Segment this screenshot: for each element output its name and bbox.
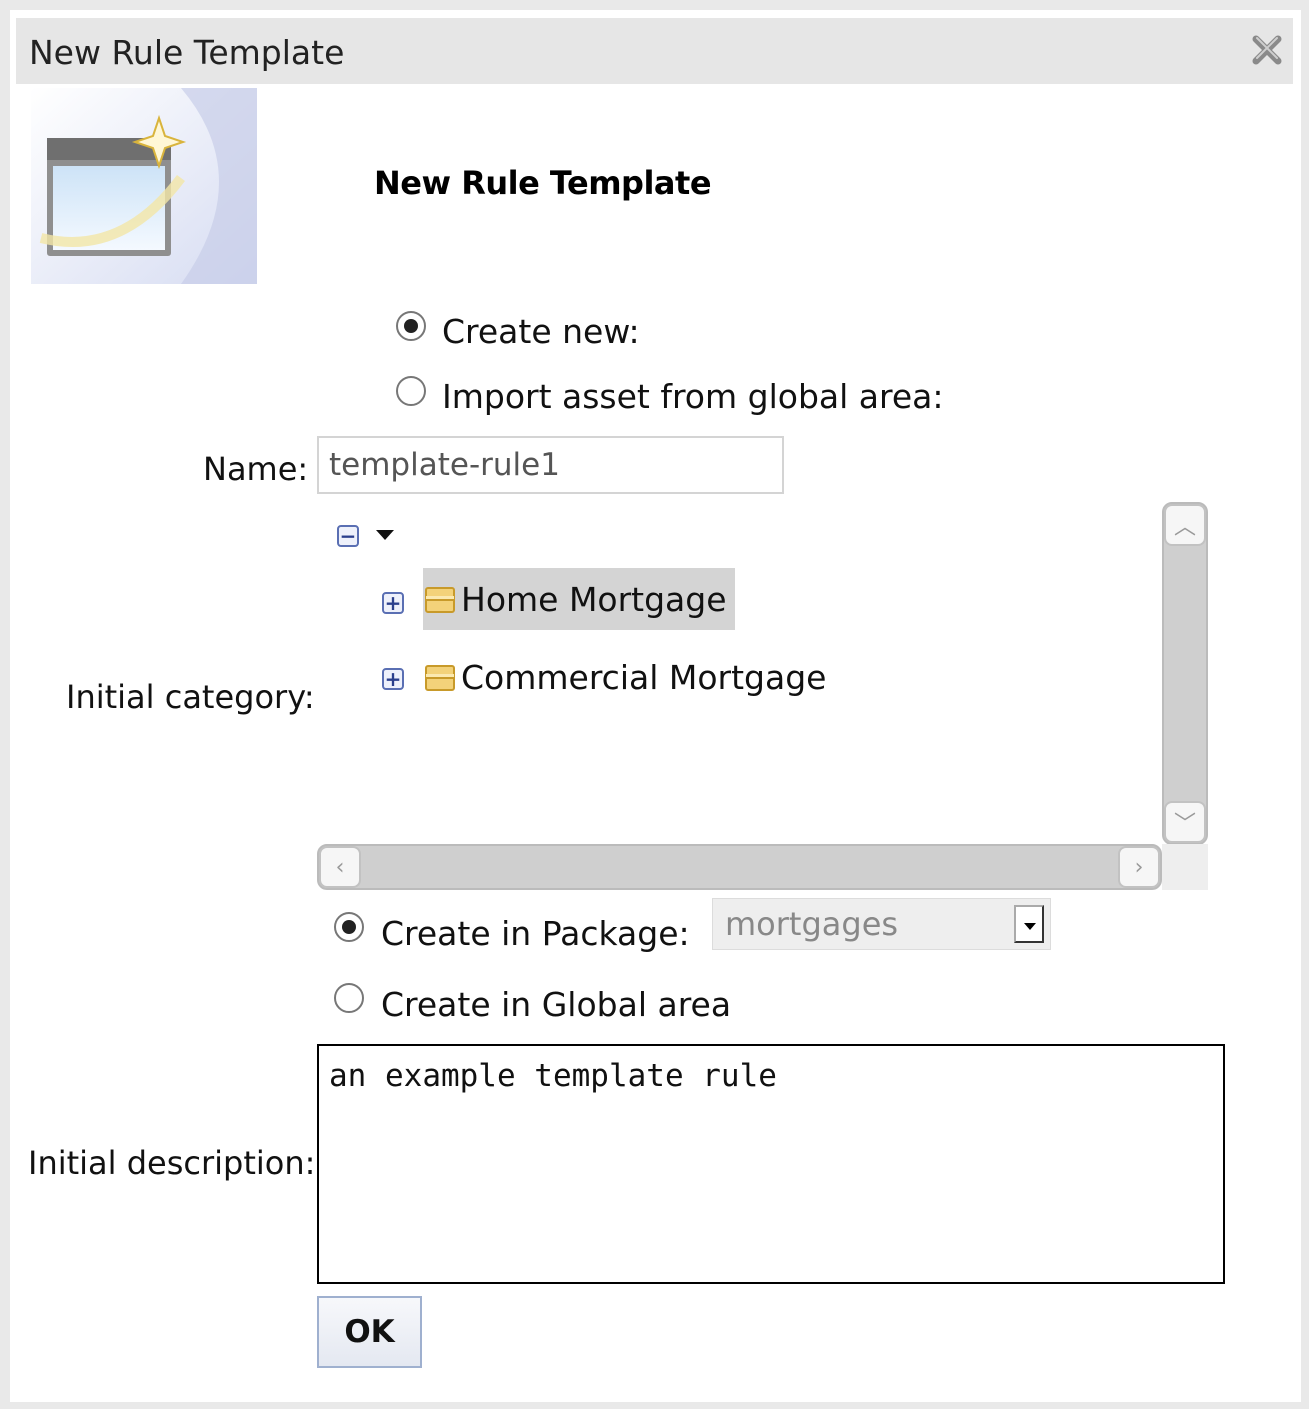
initial-category-label: Initial category: <box>66 678 315 716</box>
tree-menu-arrow-icon[interactable] <box>376 530 394 540</box>
new-item-wizard-icon <box>31 88 257 284</box>
package-select[interactable]: mortgages <box>712 898 1051 950</box>
import-asset-radio[interactable] <box>396 376 426 406</box>
tree-vertical-scrollbar[interactable]: ︿ ﹀ <box>1162 502 1208 845</box>
scroll-down-icon[interactable]: ﹀ <box>1164 801 1206 843</box>
create-new-radio[interactable] <box>396 311 426 341</box>
wizard-heading: New Rule Template <box>374 164 712 202</box>
scroll-right-icon[interactable]: › <box>1118 846 1160 888</box>
create-in-global-radio[interactable] <box>334 983 364 1013</box>
tree-item-commercial-mortgage[interactable]: Commercial Mortgage <box>423 646 834 708</box>
scrollbar-corner <box>1162 844 1208 890</box>
tree-expand-icon[interactable]: + <box>382 592 404 614</box>
name-label: Name: <box>203 450 309 488</box>
dropdown-arrow-icon[interactable] <box>1014 905 1044 943</box>
create-in-package-radio[interactable] <box>334 912 364 942</box>
initial-description-label: Initial description: <box>28 1144 316 1182</box>
create-new-label[interactable]: Create new: <box>442 312 640 351</box>
tree-item-label: Commercial Mortgage <box>461 657 827 697</box>
scroll-up-icon[interactable]: ︿ <box>1164 504 1206 546</box>
dialog-title: New Rule Template <box>29 33 345 72</box>
name-input[interactable] <box>317 436 784 494</box>
tree-item-home-mortgage[interactable]: Home Mortgage <box>423 568 735 630</box>
category-folder-icon <box>425 665 455 691</box>
import-asset-label[interactable]: Import asset from global area: <box>442 377 943 416</box>
close-icon[interactable] <box>1249 32 1285 68</box>
dialog-titlebar[interactable]: New Rule Template <box>16 18 1293 84</box>
tree-collapse-icon[interactable]: − <box>337 525 359 547</box>
tree-horizontal-scrollbar[interactable]: ‹ › <box>317 844 1162 890</box>
ok-button[interactable]: OK <box>317 1296 422 1368</box>
tree-item-label: Home Mortgage <box>461 579 727 619</box>
category-folder-icon <box>425 587 455 613</box>
initial-description-textarea[interactable]: an example template rule <box>317 1044 1225 1284</box>
tree-expand-icon[interactable]: + <box>382 668 404 690</box>
package-select-value: mortgages <box>725 905 899 943</box>
create-in-global-label[interactable]: Create in Global area <box>381 985 731 1024</box>
create-in-package-label[interactable]: Create in Package: <box>381 914 690 953</box>
scroll-left-icon[interactable]: ‹ <box>319 846 361 888</box>
